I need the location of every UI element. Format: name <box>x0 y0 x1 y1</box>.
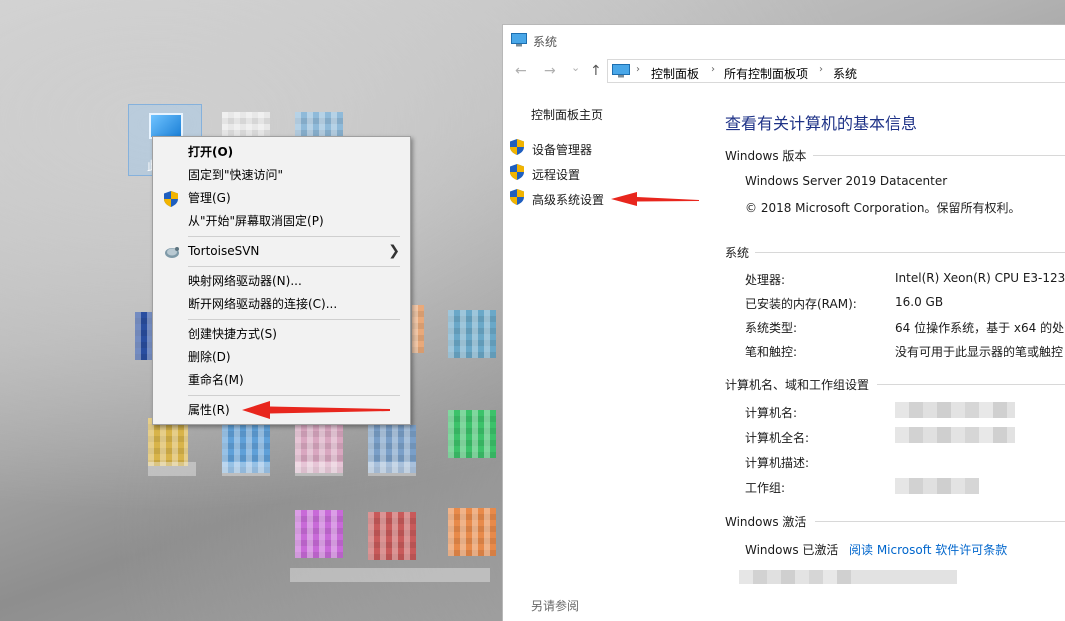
menu-item-rename[interactable]: 重命名(M) <box>153 369 410 392</box>
main-pane: 查看有关计算机的基本信息 Windows 版本 Windows Server 2… <box>725 87 1065 621</box>
license-terms-link[interactable]: 阅读 Microsoft 软件许可条款 <box>849 541 1007 558</box>
menu-item-label: 管理(G) <box>188 191 231 205</box>
ram-value: 16.0 GB <box>895 295 944 309</box>
desktop: 此 打开(O) 固定到"快速访问" 管理(G) 从"开始"屏幕取消固定(P) T… <box>0 0 502 621</box>
pen-touch-value: 没有可用于此显示器的笔或触控 <box>895 345 1064 359</box>
menu-item-label: 重命名(M) <box>188 373 244 387</box>
desktop-label-blurred <box>148 462 196 476</box>
menu-separator <box>188 319 400 320</box>
menu-item-manage[interactable]: 管理(G) <box>153 187 410 210</box>
windows-edition-value: Windows Server 2019 Datacenter <box>745 174 948 188</box>
menu-item-tortoisesvn[interactable]: TortoiseSVN ❯ <box>153 240 410 263</box>
breadcrumb-all-items[interactable]: 所有控制面板项 <box>724 65 808 82</box>
computer-icon <box>612 64 630 81</box>
section-divider <box>813 155 1065 156</box>
address-bar: ← → ⌄ ↑ › 控制面板 › 所有控制面板项 › 系统 <box>503 55 1065 87</box>
left-pane: 控制面板主页 设备管理器 远程设置 高级系统设置 另请参阅 <box>503 87 708 621</box>
shield-icon <box>510 164 524 183</box>
processor-label: 处理器: <box>745 273 786 287</box>
breadcrumb[interactable]: › 控制面板 › 所有控制面板项 › 系统 <box>607 59 1065 83</box>
desktop-label-blurred <box>368 462 416 476</box>
back-button[interactable]: ← <box>515 63 527 79</box>
left-link-label: 远程设置 <box>532 168 581 182</box>
windows-activation-heading: Windows 激活 <box>725 515 807 529</box>
desktop-icon-blurred[interactable] <box>295 510 343 558</box>
menu-item-label: 固定到"快速访问" <box>188 168 284 182</box>
annotation-arrow <box>242 401 390 419</box>
product-id-redacted <box>739 570 957 584</box>
breadcrumb-system[interactable]: 系统 <box>833 65 857 82</box>
shield-icon <box>510 189 524 208</box>
desktop-icon-blurred[interactable] <box>148 418 188 466</box>
desktop-icon-blurred[interactable] <box>448 410 496 458</box>
breadcrumb-separator: › <box>711 64 715 75</box>
desktop-icon-blurred[interactable] <box>412 305 424 353</box>
desktop-label-blurred <box>295 462 343 476</box>
computer-name-value-redacted <box>895 402 1015 418</box>
menu-item-delete[interactable]: 删除(D) <box>153 346 410 369</box>
workgroup-value-redacted <box>895 478 979 494</box>
menu-item-label: 创建快捷方式(S) <box>188 327 277 341</box>
system-window-icon <box>511 33 527 50</box>
computer-name-heading: 计算机名、域和工作组设置 <box>725 378 870 392</box>
tortoisesvn-icon <box>164 244 180 268</box>
copyright-text: © 2018 Microsoft Corporation。保留所有权利。 <box>745 201 1021 215</box>
menu-item-create-shortcut[interactable]: 创建快捷方式(S) <box>153 323 410 346</box>
breadcrumb-control-panel[interactable]: 控制面板 <box>651 65 699 82</box>
shield-icon <box>510 139 524 158</box>
menu-item-pin-quick-access[interactable]: 固定到"快速访问" <box>153 164 410 187</box>
desktop-icon-blurred[interactable] <box>448 310 496 358</box>
desktop-label-blurred <box>290 568 490 582</box>
ram-label: 已安装的内存(RAM): <box>745 297 857 311</box>
full-computer-name-value-redacted <box>895 427 1015 443</box>
menu-item-open[interactable]: 打开(O) <box>153 141 410 164</box>
system-window: 系统 ← → ⌄ ↑ › 控制面板 › 所有控制面板项 › 系统 控制面板主页 … <box>502 24 1065 621</box>
activation-status: Windows 已激活 <box>745 543 839 557</box>
desktop-label-blurred <box>222 462 270 476</box>
menu-item-label: 打开(O) <box>188 145 234 159</box>
system-type-label: 系统类型: <box>745 321 798 335</box>
windows-edition-heading: Windows 版本 <box>725 149 807 163</box>
pen-touch-label: 笔和触控: <box>745 345 798 359</box>
system-type-value: 64 位操作系统，基于 x64 的处 <box>895 321 1065 335</box>
menu-item-label: 断开网络驱动器的连接(C)... <box>188 297 338 311</box>
left-link-label: 高级系统设置 <box>532 193 605 207</box>
desktop-icon-blurred[interactable] <box>448 508 496 556</box>
forward-button[interactable]: → <box>544 63 556 79</box>
processor-value: Intel(R) Xeon(R) CPU E3-1231 <box>895 271 1065 285</box>
up-button[interactable]: ↑ <box>590 63 602 79</box>
title-bar[interactable]: 系统 <box>503 25 1065 55</box>
page-title: 查看有关计算机的基本信息 <box>725 114 918 133</box>
computer-name-label: 计算机名: <box>745 406 798 420</box>
system-heading: 系统 <box>725 246 750 260</box>
recent-locations-dropdown[interactable]: ⌄ <box>571 61 580 74</box>
section-divider <box>877 384 1065 385</box>
menu-separator <box>188 236 400 237</box>
submenu-arrow-icon: ❯ <box>388 243 400 259</box>
section-divider <box>755 252 1065 253</box>
menu-item-label: 属性(R) <box>188 403 230 417</box>
menu-item-label: 映射网络驱动器(N)... <box>188 274 302 288</box>
menu-item-map-network-drive[interactable]: 映射网络驱动器(N)... <box>153 270 410 293</box>
window-title: 系统 <box>533 35 558 49</box>
see-also-heading: 另请参阅 <box>531 599 580 613</box>
workgroup-label: 工作组: <box>745 481 786 495</box>
desktop-icon-blurred[interactable] <box>368 512 416 560</box>
menu-item-label: 删除(D) <box>188 350 231 364</box>
breadcrumb-separator: › <box>636 64 640 75</box>
menu-separator <box>188 395 400 396</box>
menu-separator <box>188 266 400 267</box>
menu-item-label: 从"开始"屏幕取消固定(P) <box>188 214 324 228</box>
menu-item-label: TortoiseSVN <box>188 244 260 258</box>
menu-item-unpin-start[interactable]: 从"开始"屏幕取消固定(P) <box>153 210 410 233</box>
left-link-label: 设备管理器 <box>532 143 593 157</box>
computer-description-label: 计算机描述: <box>745 456 810 470</box>
section-divider <box>815 521 1065 522</box>
breadcrumb-separator: › <box>819 64 823 75</box>
menu-item-disconnect-network-drive[interactable]: 断开网络驱动器的连接(C)... <box>153 293 410 316</box>
control-panel-home-link[interactable]: 控制面板主页 <box>531 106 603 123</box>
context-menu: 打开(O) 固定到"快速访问" 管理(G) 从"开始"屏幕取消固定(P) Tor… <box>152 136 411 425</box>
annotation-arrow <box>611 192 699 206</box>
full-computer-name-label: 计算机全名: <box>745 431 810 445</box>
